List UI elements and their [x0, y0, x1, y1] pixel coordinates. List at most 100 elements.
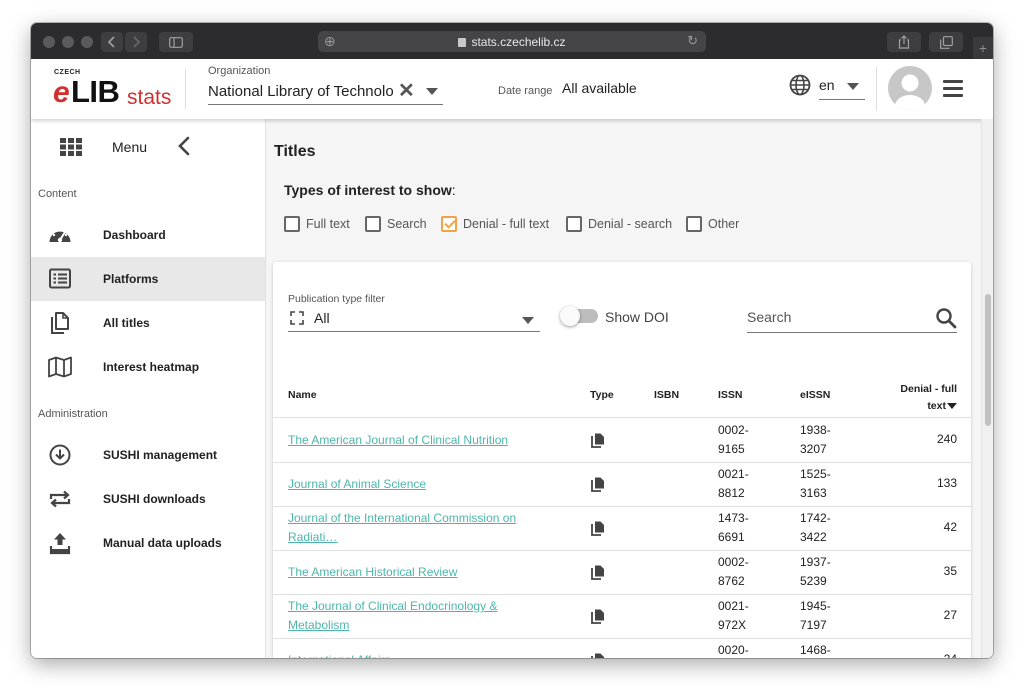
- minimize-window-button[interactable]: [62, 36, 74, 48]
- checkbox-denial-full-text[interactable]: Denial - full text: [441, 214, 549, 234]
- sidebar-item-sushi-management[interactable]: SUSHI management: [31, 433, 265, 477]
- issn-line2: 6691: [718, 530, 745, 544]
- language-select[interactable]: en: [819, 76, 865, 100]
- title-link[interactable]: The Journal of Clinical Endocrinology & M…: [288, 597, 556, 635]
- dashboard-icon: [49, 229, 71, 243]
- denial-full-text-value: 27: [943, 608, 957, 622]
- reload-icon[interactable]: ↻: [687, 33, 698, 49]
- eissn-line1: 1525-: [800, 467, 831, 481]
- title-link[interactable]: Journal of the International Commission …: [288, 509, 556, 547]
- title-link[interactable]: Journal of Animal Science: [288, 475, 556, 494]
- checkbox-other[interactable]: Other: [686, 214, 739, 234]
- clear-icon[interactable]: ✕: [398, 81, 415, 101]
- header-divider: [876, 67, 877, 111]
- chevron-left-icon[interactable]: [177, 136, 191, 156]
- checkbox-denial-search[interactable]: Denial - search: [566, 214, 672, 234]
- publication-type-select[interactable]: All: [288, 307, 540, 332]
- scrollbar-thumb[interactable]: [985, 294, 991, 426]
- sidebar-item-interest-heatmap[interactable]: Interest heatmap: [31, 345, 265, 389]
- sidebar-item-dashboard[interactable]: Dashboard: [31, 213, 265, 257]
- tabs-overview-button[interactable]: [929, 32, 963, 52]
- address-bar[interactable]: ⊕ stats.czechelib.cz ↻: [318, 31, 706, 52]
- column-header-denial-full-text[interactable]: Denial - full text: [900, 381, 957, 415]
- tabs-icon: [939, 35, 953, 49]
- caret-down-icon[interactable]: [426, 88, 438, 95]
- vertical-scrollbar[interactable]: [981, 119, 993, 658]
- show-doi-toggle[interactable]: [560, 306, 598, 326]
- avatar[interactable]: [888, 66, 932, 110]
- back-button[interactable]: [101, 32, 123, 52]
- sidebar-item-label: All titles: [103, 316, 150, 330]
- browser-window: ⊕ stats.czechelib.cz ↻ + CZECH e LIB sta…: [31, 23, 993, 658]
- document-icon: [591, 521, 604, 536]
- document-icon: [591, 433, 604, 448]
- search-input[interactable]: Search: [747, 307, 957, 333]
- column-header-eissn[interactable]: eISSN: [800, 389, 830, 401]
- title-link[interactable]: International Affairs: [288, 651, 556, 658]
- title-link[interactable]: The American Historical Review: [288, 563, 556, 582]
- logo-e: e: [53, 76, 70, 109]
- list-icon: [49, 268, 71, 289]
- sort-desc-icon[interactable]: [947, 403, 957, 410]
- column-header-type[interactable]: Type: [590, 389, 614, 401]
- sidebar-item-manual-data-uploads[interactable]: Manual data uploads: [31, 521, 265, 565]
- checkbox-search[interactable]: Search: [365, 214, 427, 234]
- column-header-name[interactable]: Name: [288, 389, 317, 401]
- journal-type-icon: [591, 521, 605, 541]
- issn-line1: 0020-: [718, 643, 749, 657]
- zoom-window-button[interactable]: [81, 36, 93, 48]
- checkbox-box[interactable]: [365, 216, 381, 232]
- table-row: International Affairs 0020- 1468- 24: [273, 638, 971, 658]
- share-button[interactable]: [887, 32, 921, 52]
- table-row: The American Journal of Clinical Nutriti…: [273, 418, 971, 462]
- eissn-line2: 5239: [800, 574, 827, 588]
- titles-card: Publication type filter All Show DOI Sea…: [273, 262, 971, 658]
- eissn-cell: 1468-: [800, 641, 831, 658]
- sidebar-item-label: Interest heatmap: [103, 360, 200, 374]
- column-header-line1: Denial - full: [900, 383, 957, 395]
- chevron-left-icon: [108, 36, 115, 48]
- column-header-line2: text: [927, 400, 946, 412]
- title-link[interactable]: The American Journal of Clinical Nutriti…: [288, 431, 556, 450]
- forward-button[interactable]: [125, 32, 147, 52]
- toggle-knob[interactable]: [560, 306, 580, 326]
- publication-type-value: All: [314, 310, 330, 326]
- sidebar-item-platforms[interactable]: Platforms: [31, 257, 265, 301]
- sidebar-toggle-button[interactable]: [159, 32, 193, 52]
- menu-label: Menu: [112, 139, 148, 155]
- title-line1: Journal of Animal Science: [288, 477, 427, 491]
- checkbox-box[interactable]: [686, 216, 702, 232]
- apps-grid-icon[interactable]: [60, 138, 82, 156]
- sidebar-item-label: Dashboard: [103, 228, 166, 242]
- sidebar-item-all-titles[interactable]: All titles: [31, 301, 265, 345]
- title-line2: Metabolism: [288, 618, 350, 632]
- denial-full-text-value: 240: [936, 432, 957, 446]
- document-icon: [591, 477, 604, 492]
- search-icon[interactable]: [935, 307, 957, 329]
- column-header-isbn[interactable]: ISBN: [654, 389, 679, 401]
- new-tab-button[interactable]: +: [973, 37, 993, 59]
- organization-select[interactable]: National Library of Technolo ✕: [208, 81, 443, 105]
- chevron-right-icon: [133, 36, 140, 48]
- hamburger-menu-button[interactable]: [943, 80, 963, 97]
- checkbox-box[interactable]: [566, 216, 582, 232]
- column-header-issn[interactable]: ISSN: [718, 389, 743, 401]
- date-range-value[interactable]: All available: [562, 80, 637, 96]
- logo[interactable]: CZECH e LIB stats: [51, 67, 181, 111]
- close-window-button[interactable]: [43, 36, 55, 48]
- all-types-icon: [290, 311, 304, 325]
- sidebar-item-sushi-downloads[interactable]: SUSHI downloads: [31, 477, 265, 521]
- issn-cell: 0021- 8812: [718, 465, 749, 503]
- checkbox-label: Denial - full text: [463, 217, 550, 231]
- checkbox-box[interactable]: [284, 216, 300, 232]
- table-row: Journal of Animal Science 0021- 8812 1525- 3…: [273, 462, 971, 506]
- eissn-line1: 1938-: [800, 423, 831, 437]
- checkbox-full-text[interactable]: Full text: [284, 214, 350, 234]
- table-row: The American Historical Review 0002- 8762 1…: [273, 550, 971, 594]
- checkbox-box[interactable]: [441, 216, 457, 232]
- eissn-line2: 7197: [800, 618, 827, 632]
- column-header-line2-wrap: text: [900, 398, 957, 415]
- organization-value: National Library of Technolo: [208, 83, 393, 100]
- document-icon: [591, 609, 604, 624]
- search-placeholder: Search: [747, 309, 792, 325]
